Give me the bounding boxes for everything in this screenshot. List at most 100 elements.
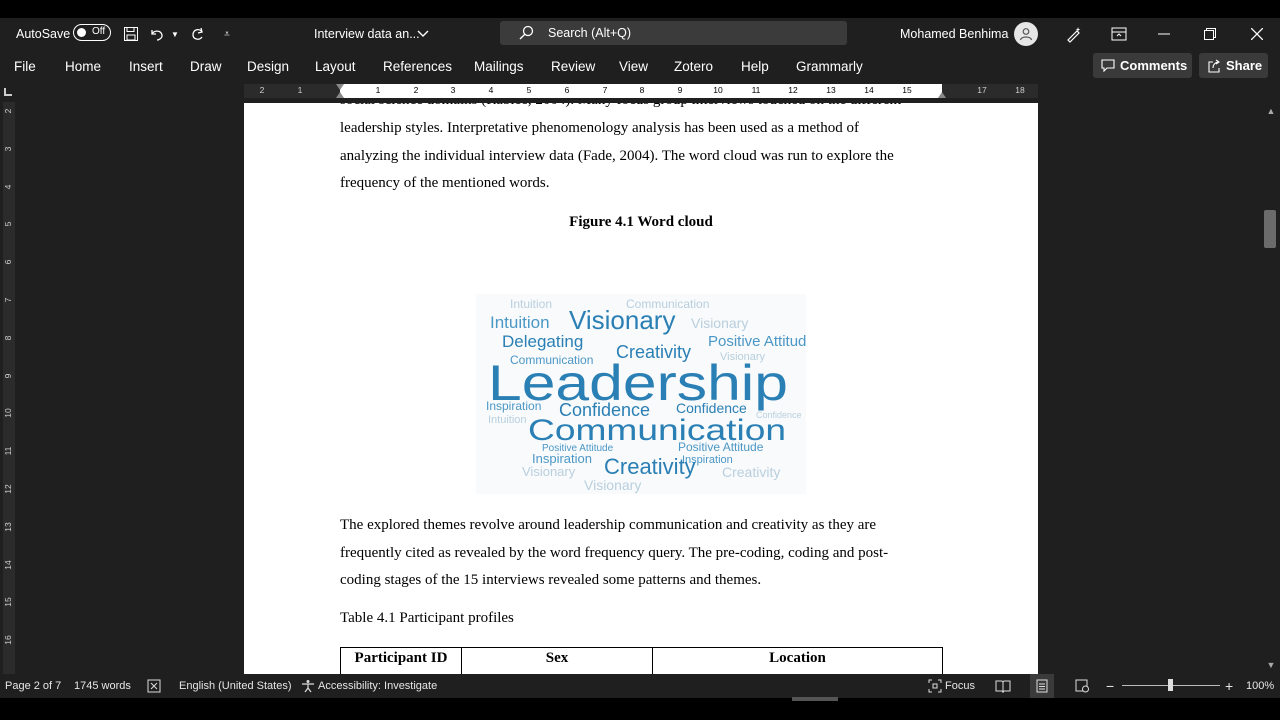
word-cloud-image[interactable]: Intuition Communication Intuition Vision… [476, 294, 806, 494]
focus-icon[interactable] [928, 674, 942, 698]
ribbon-display-options-icon[interactable] [1103, 18, 1135, 50]
menu-design[interactable]: Design [247, 50, 289, 82]
body-text-line: coding stages of the 15 interviews revea… [340, 572, 762, 588]
close-icon[interactable] [1241, 18, 1273, 50]
zoom-slider-knob[interactable] [1168, 679, 1173, 691]
right-indent-marker[interactable] [938, 92, 946, 98]
ruler-tick: 1 [375, 85, 381, 95]
language-status[interactable]: English (United States) [179, 674, 292, 698]
cloud-word: Creativity [722, 464, 780, 480]
web-layout-icon[interactable] [1075, 674, 1090, 698]
cloud-word: Intuition [488, 414, 527, 426]
cloud-word: Inspiration [486, 399, 541, 413]
cloud-word: Visionary [691, 315, 748, 331]
vruler-tick: 14 [3, 560, 13, 570]
word-count[interactable]: 1745 words [74, 674, 131, 698]
zoom-in-icon[interactable]: + [1225, 674, 1233, 698]
vruler-tick: 5 [3, 221, 13, 227]
table-header-cell[interactable]: Sex [462, 648, 653, 674]
body-text-line: The explored themes revolve around leade… [340, 517, 877, 533]
menu-help[interactable]: Help [741, 50, 769, 82]
proofing-icon[interactable] [147, 674, 161, 698]
chevron-down-icon[interactable] [410, 18, 436, 50]
autosave-toggle[interactable]: Off [73, 24, 111, 41]
user-name[interactable]: Mohamed Benhima [900, 18, 1008, 50]
undo-icon[interactable] [145, 18, 169, 50]
menu-view[interactable]: View [619, 50, 648, 82]
tab-selector-icon[interactable] [4, 88, 12, 96]
scrollbar-thumb[interactable] [1264, 210, 1276, 248]
menu-zotero[interactable]: Zotero [674, 50, 713, 82]
redo-icon[interactable] [184, 18, 212, 50]
restore-icon[interactable] [1194, 18, 1226, 50]
read-mode-icon[interactable] [995, 674, 1011, 698]
search-box[interactable]: Search (Alt+Q) [500, 21, 847, 45]
cloud-word: Visionary [522, 464, 576, 479]
minimize-icon[interactable] [1148, 18, 1180, 50]
menu-file[interactable]: File [14, 50, 36, 82]
menu-mailings[interactable]: Mailings [474, 50, 524, 82]
toggle-knob [77, 28, 86, 37]
scroll-down-icon[interactable]: ▼ [1264, 658, 1278, 672]
menu-home[interactable]: Home [65, 50, 101, 82]
menu-review[interactable]: Review [551, 50, 595, 82]
print-layout-icon[interactable] [1030, 674, 1054, 698]
menu-references[interactable]: References [383, 50, 452, 82]
ruler-tick: 10 [713, 85, 723, 95]
participant-profiles-table[interactable]: Participant ID Sex Location [340, 647, 943, 674]
comments-button[interactable]: Comments [1093, 53, 1192, 78]
menu-insert[interactable]: Insert [129, 50, 163, 82]
vruler-tick: 7 [3, 297, 13, 303]
zoom-out-icon[interactable]: − [1106, 674, 1114, 698]
customize-toolbar-icon[interactable]: ⩡ [214, 18, 240, 50]
first-line-indent-marker[interactable] [336, 84, 344, 90]
ruler-tick: 11 [751, 85, 761, 95]
left-indent-marker[interactable] [336, 92, 344, 98]
document-page[interactable]: social science domains (Rabiee, 2004). M… [244, 103, 1038, 674]
accessibility-status[interactable]: Accessibility: Investigate [318, 674, 437, 698]
vruler-tick: 8 [3, 335, 13, 341]
table-header-cell[interactable]: Participant ID [341, 648, 462, 674]
vruler-tick: 6 [3, 259, 13, 265]
body-text-line: leadership styles. Interpretative phenom… [340, 120, 860, 136]
ruler-tick: 6 [564, 85, 570, 95]
menu-layout[interactable]: Layout [315, 50, 356, 82]
ruler-tick: 13 [826, 85, 836, 95]
status-bar: Page 2 of 7 1745 words English (United S… [0, 674, 1280, 698]
cloud-word: Visionary [569, 305, 675, 335]
figure-caption: Figure 4.1 Word cloud [569, 214, 713, 230]
share-button[interactable]: Share [1199, 53, 1268, 78]
scroll-up-icon[interactable]: ▲ [1264, 104, 1278, 118]
menu-grammarly[interactable]: Grammarly [796, 50, 863, 82]
table-caption: Table 4.1 Participant profiles [340, 610, 514, 626]
zoom-level[interactable]: 100% [1246, 674, 1274, 698]
horizontal-scroll-indicator[interactable] [792, 697, 838, 701]
body-text-line: analyzing the individual interview data … [340, 148, 894, 164]
title-bar: AutoSave Off ▼ ⩡ Interview data an... Se… [0, 0, 1280, 50]
document-title[interactable]: Interview data an... [314, 18, 420, 50]
save-icon[interactable] [115, 18, 147, 50]
ruler-tick: 7 [602, 85, 608, 95]
cloud-word: Creativity [604, 454, 696, 479]
ruler-tick: 3 [450, 85, 456, 95]
ruler-tick: 5 [526, 85, 532, 95]
horizontal-ruler[interactable]: 2 1 1 2 3 4 5 6 7 8 9 10 11 12 13 14 15 … [244, 84, 1038, 98]
undo-dropdown-icon[interactable]: ▼ [168, 18, 182, 50]
ruler-tick: 2 [413, 85, 419, 95]
zoom-slider[interactable] [1122, 679, 1220, 691]
table-header-cell[interactable]: Location [653, 648, 942, 674]
vertical-ruler[interactable]: 2 3 4 5 6 7 8 9 10 11 12 13 14 15 16 [0, 102, 18, 674]
vertical-scrollbar[interactable]: ▲ ▼ [1262, 102, 1280, 674]
page-info[interactable]: Page 2 of 7 [5, 674, 61, 698]
focus-label[interactable]: Focus [945, 674, 975, 698]
comment-icon [1101, 59, 1115, 72]
menu-draw[interactable]: Draw [190, 50, 222, 82]
share-label: Share [1226, 58, 1263, 73]
ruler-tick: 9 [677, 85, 683, 95]
designer-pen-icon[interactable] [1058, 18, 1090, 50]
vruler-tick: 11 [3, 446, 13, 456]
body-text-line: frequency of the mentioned words. [340, 175, 550, 191]
vruler-tick: 13 [3, 522, 13, 532]
avatar[interactable] [1014, 22, 1038, 46]
accessibility-icon[interactable] [301, 674, 315, 698]
